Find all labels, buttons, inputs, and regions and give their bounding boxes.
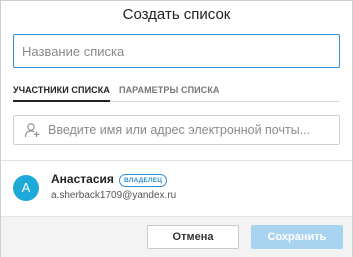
avatar: А: [13, 175, 39, 201]
member-search-input[interactable]: [48, 120, 334, 140]
tab-bar: УЧАСТНИКИ СПИСКА ПАРАМЕТРЫ СПИСКА: [13, 81, 340, 102]
divider: [1, 160, 352, 161]
member-search-field[interactable]: [13, 115, 340, 145]
dialog-title: Создать список: [122, 6, 231, 23]
member-email: a.sherback1709@yandex.ru: [51, 190, 177, 201]
save-button[interactable]: Сохранить: [251, 225, 343, 249]
member-name: Анастасия: [51, 172, 114, 186]
tab-list-parameters[interactable]: ПАРАМЕТРЫ СПИСКА: [119, 84, 220, 100]
member-row: А Анастасия ВЛАДЕЛЕЦ a.sherback1709@yand…: [1, 167, 352, 213]
list-name-input[interactable]: [13, 34, 340, 68]
cancel-button[interactable]: Отмена: [147, 225, 239, 249]
tab-list-members[interactable]: УЧАСТНИКИ СПИСКА: [13, 84, 110, 102]
owner-badge: ВЛАДЕЛЕЦ: [119, 174, 168, 187]
dialog-footer: Отмена Сохранить: [1, 216, 352, 257]
add-user-icon: [24, 123, 40, 138]
create-list-dialog: Создать список УЧАСТНИКИ СПИСКА ПАРАМЕТР…: [0, 0, 353, 257]
